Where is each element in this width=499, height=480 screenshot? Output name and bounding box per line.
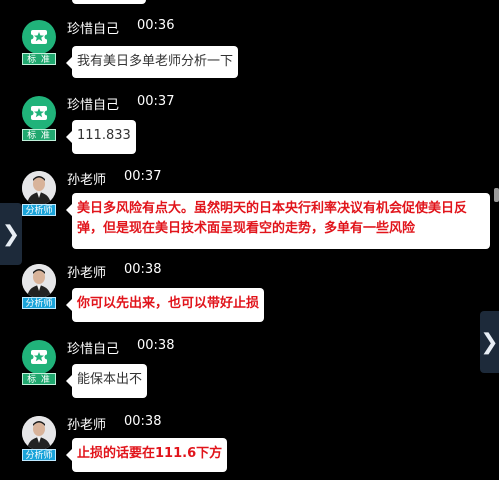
sender-name: 珍惜自己 [67,98,120,113]
chevron-right-icon: ❯ [1,221,21,247]
scrollbar-thumb[interactable] [494,188,499,202]
message-text: 止损的话要在111.6下方 [77,446,223,461]
message-time: 00:36 [137,18,175,33]
message-time: 00:38 [137,338,175,353]
message-bubble: 111.833 [66,120,136,154]
role-badge: 分析师 [22,204,56,216]
analyst-photo [22,416,56,450]
previous-message-bubble-edge [72,0,146,4]
avatar[interactable] [22,96,56,130]
message-bubble: 我有美日多单老师分析一下 [65,46,239,78]
prev-page-button[interactable]: ❯ [0,203,22,265]
message-text-line: 弹，但是现在美日技术面呈现看空的走势，多单有一些风险 [77,221,416,236]
next-page-button[interactable]: ❯ [480,311,499,373]
avatar[interactable] [22,340,56,374]
message-bubble: 止损的话要在111.6下方 [65,438,228,472]
message-bubble: 美日多风险有点大。虽然明天的日本央行利率决议有机会促使美日反 弹，但是现在美日技… [66,193,490,249]
analyst-photo-avatar[interactable] [22,416,56,450]
role-badge: 标 准 [22,373,56,385]
sender-name: 珍惜自己 [67,342,120,357]
message-text: 能保本出不 [77,372,143,387]
message-text: 你可以先出来，也可以带好止损 [77,296,260,311]
ticket-star-icon [28,30,50,44]
role-badge: 标 准 [22,129,56,141]
message-time: 00:37 [124,169,162,184]
role-badge: 标 准 [22,53,56,65]
role-badge: 分析师 [22,449,56,461]
chevron-right-icon: ❯ [480,329,499,355]
message-time: 00:37 [137,94,175,109]
sender-name: 孙老师 [67,266,107,281]
message-bubble: 你可以先出来，也可以带好止损 [65,288,265,322]
analyst-photo-avatar[interactable] [22,171,56,205]
ticket-star-icon [28,106,50,120]
role-badge: 分析师 [22,297,56,309]
sender-name: 珍惜自己 [67,22,120,37]
message-text: 111.833 [77,128,131,143]
ticket-star-icon [28,350,50,364]
message-text-line: 美日多风险有点大。虽然明天的日本央行利率决议有机会促使美日反 [77,201,468,216]
sender-name: 孙老师 [67,173,107,188]
message-bubble: 能保本出不 [65,364,148,398]
message-time: 00:38 [124,262,162,277]
analyst-photo [22,171,56,205]
analyst-photo-avatar[interactable] [22,264,56,298]
message-text: 我有美日多单老师分析一下 [77,54,234,69]
analyst-photo [22,264,56,298]
avatar[interactable] [22,20,56,54]
sender-name: 孙老师 [67,418,107,433]
message-time: 00:38 [124,414,162,429]
